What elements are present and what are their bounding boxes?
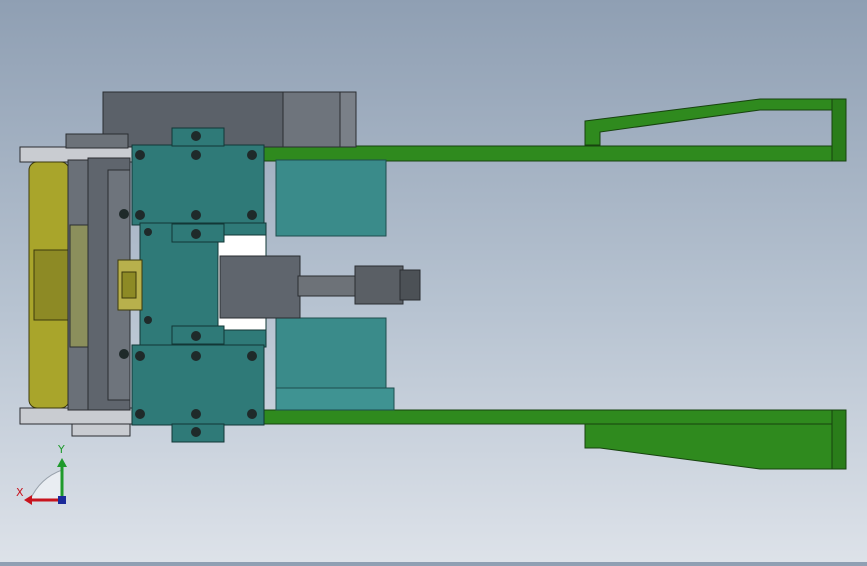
latch-block[interactable] bbox=[117, 259, 143, 311]
bolt bbox=[135, 351, 145, 361]
gearbox-housing[interactable] bbox=[102, 91, 357, 148]
bolt bbox=[247, 150, 257, 160]
bolt bbox=[247, 409, 257, 419]
triad-z-origin bbox=[58, 496, 66, 504]
triad-gradient-shape bbox=[29, 469, 63, 501]
shaft-guide-block bbox=[219, 255, 301, 319]
bolt bbox=[135, 409, 145, 419]
bolt bbox=[135, 210, 145, 220]
motor-base-plate bbox=[275, 387, 395, 411]
fork-lower-tip bbox=[831, 409, 847, 470]
triad-x-label: X bbox=[16, 486, 24, 499]
roller-hub bbox=[33, 249, 73, 321]
bolt bbox=[191, 409, 201, 419]
bolt bbox=[191, 331, 201, 341]
bolt bbox=[119, 209, 129, 219]
bolt bbox=[191, 427, 201, 437]
cad-viewport[interactable]: X Y bbox=[0, 0, 867, 562]
bolt bbox=[191, 131, 201, 141]
motor-lower-body bbox=[275, 317, 387, 391]
fork-lower[interactable] bbox=[261, 409, 847, 470]
bolt bbox=[144, 228, 152, 236]
motor-upper-body bbox=[275, 159, 387, 237]
assembly-top-view[interactable]: X Y bbox=[0, 0, 867, 562]
bolt bbox=[191, 229, 201, 239]
triad-y-label: Y bbox=[57, 443, 65, 456]
fork-upper-arm bbox=[261, 145, 847, 162]
housing-end-cap bbox=[339, 91, 357, 148]
lower-stop-block bbox=[71, 423, 131, 437]
orientation-triad: X Y bbox=[16, 443, 67, 505]
upper-stop-block bbox=[65, 133, 129, 149]
triad-x-arrow bbox=[24, 495, 32, 505]
roller-assembly[interactable] bbox=[19, 133, 133, 437]
triad-y-arrow bbox=[57, 458, 67, 467]
shaft-coupling bbox=[354, 265, 404, 305]
bolt bbox=[144, 316, 152, 324]
bolt bbox=[135, 150, 145, 160]
bolt bbox=[191, 150, 201, 160]
bolt bbox=[191, 351, 201, 361]
fork-upper-tip bbox=[831, 98, 847, 162]
latch-core bbox=[121, 271, 137, 299]
fork-lower-arm bbox=[261, 409, 847, 425]
bolt bbox=[247, 351, 257, 361]
bolt bbox=[191, 210, 201, 220]
roller-hub-gear bbox=[69, 224, 91, 348]
bolt bbox=[119, 349, 129, 359]
bolt bbox=[247, 210, 257, 220]
drive-shaft[interactable] bbox=[219, 255, 421, 319]
shaft-nut bbox=[399, 269, 421, 301]
